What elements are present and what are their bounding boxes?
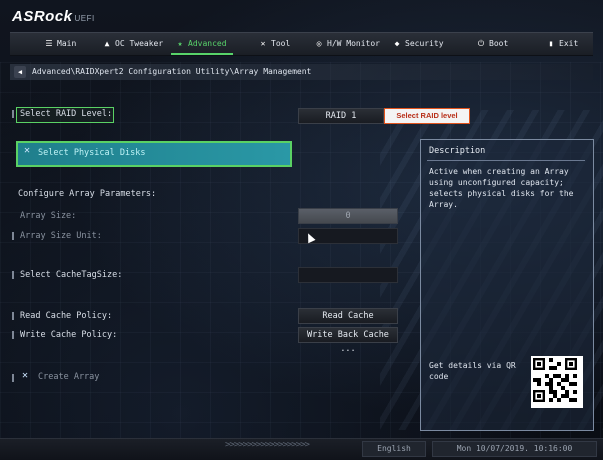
- shield-icon: ◆: [394, 39, 400, 48]
- description-panel: Description Active when creating an Arra…: [420, 139, 594, 431]
- tab-main-label: Main: [57, 39, 77, 48]
- select-physical-disks-button[interactable]: Select Physical Disks: [16, 141, 292, 167]
- row-bullet: [12, 374, 14, 382]
- raid-level-tooltip: Select RAID level: [384, 108, 470, 124]
- tool-icon: ✕: [260, 39, 266, 48]
- configure-array-heading: Configure Array Parameters:: [18, 189, 157, 199]
- power-icon: ⏻: [477, 39, 485, 48]
- description-text: Active when creating an Array using unco…: [429, 167, 574, 209]
- tab-exit[interactable]: ▮ Exit: [546, 33, 579, 55]
- array-size-unit-label: Array Size Unit:: [20, 231, 102, 241]
- cache-tag-size-field[interactable]: [298, 267, 398, 283]
- language-button[interactable]: English: [362, 441, 426, 457]
- tab-exit-label: Exit: [559, 39, 579, 48]
- datetime-display: Mon 10/07/2019. 10:16:00: [432, 441, 597, 457]
- tool-icon: ✕: [24, 145, 31, 156]
- tab-hw-monitor-label: H/W Monitor: [327, 39, 380, 48]
- top-menu-bar: ☰ Main ▲ OC Tweaker ★ Advanced ✕ Tool ◎ H/W M…: [10, 32, 593, 56]
- asrock-logo: ASRock UEFI: [12, 8, 95, 25]
- description-divider: [427, 160, 585, 161]
- create-array-button[interactable]: Create Array: [38, 372, 99, 382]
- select-physical-disks-label: Select Physical Disks: [38, 148, 146, 158]
- breadcrumb: ◀ Advanced\RAIDXpert2 Configuration Utili…: [10, 64, 593, 80]
- star-icon: ★: [177, 39, 183, 48]
- raid-level-label: Select RAID Level:: [20, 109, 113, 119]
- array-size-field[interactable]: 0: [298, 208, 398, 224]
- qr-code-icon: [531, 356, 583, 408]
- qr-caption: Get details via QR code: [429, 361, 516, 381]
- read-cache-policy-label: Read Cache Policy:: [20, 311, 113, 321]
- tab-advanced-label: Advanced: [188, 39, 227, 48]
- chevron-decoration-icon: >>>>>>>>>>>>>>>>>>>: [225, 440, 310, 450]
- tab-security-label: Security: [405, 39, 444, 48]
- raid-level-value[interactable]: RAID 1: [298, 108, 384, 124]
- tab-boot-label: Boot: [489, 39, 509, 48]
- tab-main[interactable]: ☰ Main: [44, 33, 76, 55]
- row-bullet: [12, 271, 14, 279]
- row-bullet: [12, 232, 14, 240]
- brand-name: ASRock: [12, 8, 73, 25]
- tab-tool-label: Tool: [271, 39, 291, 48]
- write-cache-policy-label: Write Cache Policy:: [20, 330, 118, 340]
- row-bullet: [12, 331, 14, 339]
- cache-tag-size-label: Select CacheTagSize:: [20, 270, 123, 280]
- tab-oc-tweaker[interactable]: ▲ OC Tweaker: [102, 33, 164, 55]
- write-cache-policy-field[interactable]: Write Back Cache ...: [298, 327, 398, 354]
- array-size-label: Array Size:: [20, 211, 77, 221]
- tab-security[interactable]: ◆ Security: [392, 33, 444, 55]
- list-icon: ☰: [45, 39, 53, 48]
- brand-suffix: UEFI: [74, 14, 95, 23]
- read-cache-policy-field[interactable]: Read Cache: [298, 308, 398, 324]
- tool-icon: ✕: [22, 370, 29, 381]
- tab-tool[interactable]: ✕ Tool: [258, 33, 291, 55]
- row-bullet: [12, 110, 14, 118]
- rocket-icon: ▲: [104, 39, 110, 48]
- tab-boot[interactable]: ⏻ Boot: [476, 33, 508, 55]
- exit-icon: ▮: [548, 39, 554, 48]
- description-title: Description: [429, 146, 486, 156]
- back-arrow-icon[interactable]: ◀: [14, 66, 26, 78]
- breadcrumb-path: Advanced\RAIDXpert2 Configuration Utilit…: [32, 67, 312, 76]
- tab-advanced[interactable]: ★ Advanced: [171, 33, 233, 55]
- tab-oc-tweaker-label: OC Tweaker: [115, 39, 164, 48]
- row-bullet: [12, 312, 14, 320]
- tab-hw-monitor[interactable]: ◎ H/W Monitor: [314, 33, 380, 55]
- monitor-icon: ◎: [316, 39, 322, 48]
